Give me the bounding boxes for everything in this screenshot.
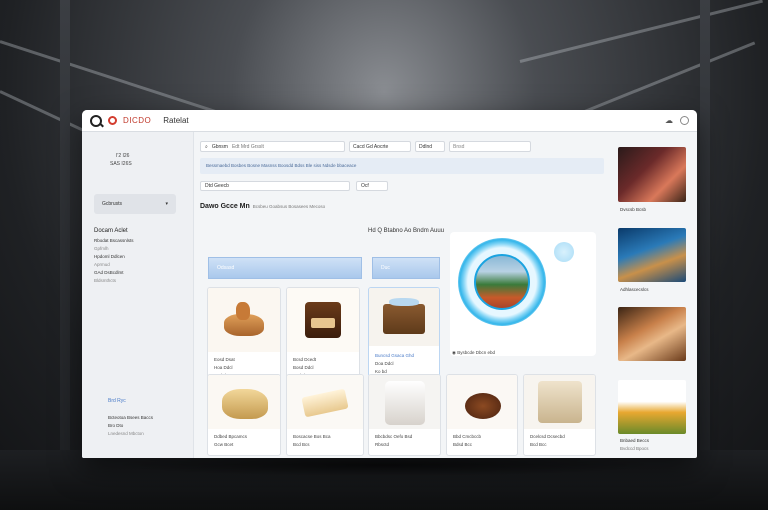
tab-bars: Odsasd Duc [208,257,440,279]
side-image[interactable] [618,228,686,282]
product-card[interactable]: Bcsd Dcedt Bosd Ddcl Ko bd [286,287,360,384]
sidebar-bottom-link[interactable]: Brd Ryc [108,398,153,404]
sidebar-bottom-item[interactable]: Lnedesnd Mbcton [108,430,153,438]
product-sub: Bcd Bcc [530,442,547,447]
sidebar: I'2 I26 SAS I26S Gcbrusts ▾ Docam Aclet … [82,132,194,458]
side-caption: Bnbaed Beccs [620,438,650,443]
chevron-down-icon: ▾ [165,201,168,207]
product-image [287,288,359,352]
search-text: Gbnsm [211,143,228,150]
side-image[interactable] [618,307,686,361]
filter-input[interactable]: Dtd Geecb [200,181,350,191]
brand-subtitle[interactable]: Ratelat [163,116,188,125]
product-sub: Gcw Bcet [214,442,234,447]
product-sub: Hoa Ddcl [214,365,233,370]
product-image [208,288,280,352]
tab-bar[interactable]: Odsasd [208,257,362,279]
product-sub: Rbsctd [375,442,390,447]
toolbar-field[interactable]: Ddlnd [415,141,445,152]
logo-o-icon [108,116,117,125]
product-caption: Dcelcsd Dcsecbd [530,434,565,439]
product-image [369,375,440,429]
notice-banner: Bessmaebd Bosbes Bosne Masnss Boosdd Bds… [200,158,604,174]
search-icon: ⌕ [205,143,208,150]
product-image [524,375,595,429]
sidebar-stat-1: I'2 I26 [116,153,130,159]
sidebar-item[interactable]: Aprmud [94,261,181,269]
pillar [60,0,70,510]
filter-bar: Dtd Geecb Ocf [200,181,606,191]
featured-caption: ◉ Bysbcde Dbcn ebd [452,350,495,356]
logo-q-icon [90,114,102,127]
product-card[interactable]: Bbd Cmcbccb Bdsd Bcc [446,374,518,456]
product-image [447,375,517,429]
toolbar-field[interactable]: Bnsd [449,141,531,152]
sidebar-item[interactable]: GAd DsBcdlmt [94,269,181,277]
product-card[interactable]: Dcelcsd Dcsecbd Bcd Bcc [523,374,596,456]
sidebar-item[interactable]: Gpfmlh [94,245,181,253]
product-caption: Bbcbdsc Oefo Bsd [375,434,413,439]
featured-image [474,254,530,310]
product-sub: Doa Ddcl [375,361,394,366]
product-image [208,375,280,429]
product-card[interactable]: Eosd Dsat Hoa Ddcl Bo bd [207,287,281,384]
featured-caption-text: Bysbcde Dbcn ebd [457,350,495,355]
app-window: DICDO Ratelat ☁ I'2 I26 SAS I26S Gcbrust… [82,110,697,458]
sidebar-bottom-item[interactable]: Bcteotoa Bsees Baccs [108,414,153,422]
product-image [287,375,363,429]
side-image[interactable] [618,380,686,434]
product-caption: Ddbed Bpcamcs [214,434,248,439]
product-caption: Boscacse Bos Bca [293,434,331,439]
product-image [369,288,439,346]
sidebar-select[interactable]: Gcbrusts ▾ [94,194,176,214]
highlight-ring [458,238,546,326]
product-caption: Buncsd Gsaca Ghd [375,353,415,358]
main-content: ⌕ Gbnsm Edt Mrd Grsslt Cacd Gd Aocrte Dd… [200,132,606,458]
search-field-extra: Edt Mrd Grsslt [231,143,264,150]
featured-circle-card[interactable]: ◉ Bysbcde Dbcn ebd [450,232,596,356]
toolbar-field[interactable]: Cacd Gd Aocrte [349,141,411,152]
sidebar-item[interactable]: Bldsmthcts [94,277,181,285]
side-caption: Adhlascecslcs [620,287,649,292]
sidebar-stat-2: SAS I26S [110,161,132,167]
title-bar: DICDO Ratelat ☁ [82,110,697,132]
search-input[interactable]: ⌕ Gbnsm Edt Mrd Grsslt [200,141,345,152]
glow-dot [554,242,574,262]
section-title-text: Dawo Gcce Mn [200,203,250,210]
side-caption: Dvscsb Bcsb [620,207,647,212]
sidebar-bottom-item[interactable]: Bro Dto [108,422,153,430]
product-sub: Bcd Bcs [293,442,310,447]
product-sub: Bosd Ddcl [293,365,314,370]
section-title-small: Bcsbeu Goabsus Bosasees Mecoso [252,204,326,209]
subsection-title: Hd Q Btabno Ao Bndm Auuu [368,228,445,234]
pillar [700,0,710,510]
sidebar-bottom: Brd Ryc Bcteotoa Bsees Baccs Bro Dto Lne… [108,398,153,438]
sidebar-section: Docam Aclet Rbodat Bscassnlsts Gpfmlh Hp… [94,228,181,285]
cloud-icon[interactable]: ☁ [664,116,674,125]
product-sub: Bdsd Bcc [453,442,473,447]
tab-bar[interactable]: Duc [372,257,440,279]
sidebar-item[interactable]: Rbodat Bscassnlsts [94,237,181,245]
page-body: I'2 I26 SAS I26S Gcbrusts ▾ Docam Aclet … [82,132,697,458]
product-caption: Bcsd Dcedt [293,357,317,362]
section-title: Dawo Gcce Mn Bcsbeu Goabsus Bosasees Meco… [200,203,606,210]
product-card[interactable]: Ddbed Bpcamcs Gcw Bcet [207,374,281,456]
sidebar-section-head: Docam Aclet [94,228,128,234]
brand-name: DICDO [123,116,152,125]
right-column: Dvscsb Bcsb Adhlascecslcs Bnbaed Beccs B… [612,140,692,458]
sidebar-select-label: Gcbrusts [102,201,123,207]
product-caption: Bbd Cmcbccb [453,434,482,439]
sidebar-item[interactable]: Hpdoml Ddlcen [94,253,181,261]
close-icon[interactable] [680,116,689,125]
product-card[interactable]: Buncsd Gsaca Ghd Doa Ddcl Ko bd [368,287,440,377]
side-image[interactable] [618,147,686,202]
product-card[interactable]: Bbcbdsc Oefo Bsd Rbsctd [368,374,441,456]
side-caption: Bvdccd Bpocs [620,446,649,451]
filter-button[interactable]: Ocf [356,181,388,191]
product-card[interactable]: Boscacse Bos Bca Bcd Bcs [286,374,364,456]
product-caption: Eosd Dsat [214,357,235,362]
toolbar: ⌕ Gbnsm Edt Mrd Grsslt Cacd Gd Aocrte Dd… [200,141,606,152]
